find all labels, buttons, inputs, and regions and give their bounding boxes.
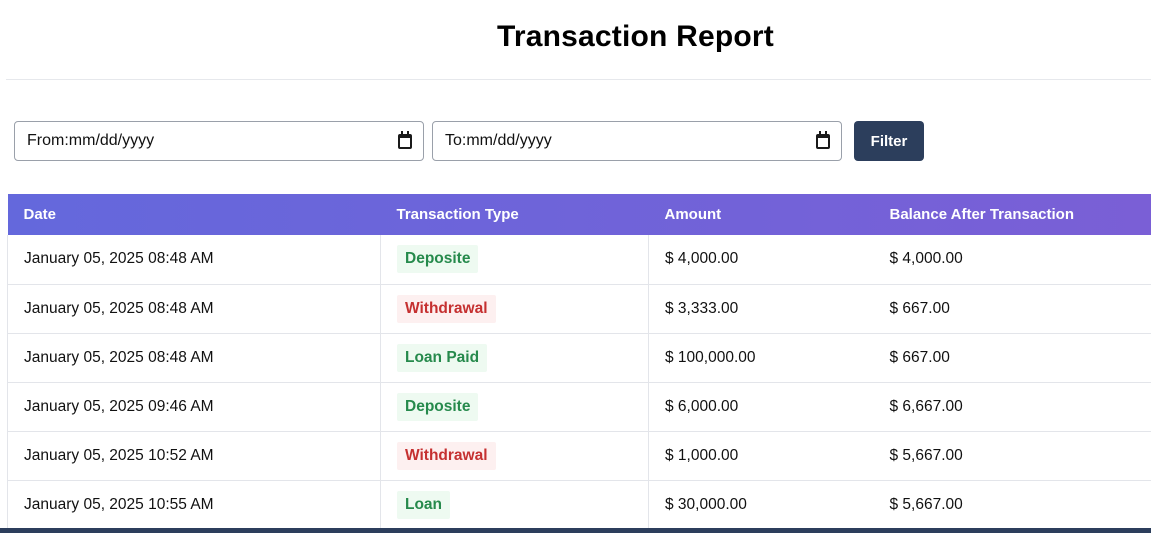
- type-badge: Withdrawal: [397, 294, 496, 323]
- cell-date: January 05, 2025 08:48 AM: [7, 333, 381, 383]
- calendar-icon[interactable]: [816, 131, 830, 149]
- from-date-input[interactable]: From: mm/dd/yyyy: [14, 121, 424, 161]
- cell-type: Deposite: [380, 235, 649, 285]
- filter-bar: From: mm/dd/yyyy To: mm/dd/yyyy Filter: [14, 121, 924, 161]
- cell-type: Withdrawal: [380, 284, 649, 334]
- cell-type: Loan Paid: [380, 333, 649, 383]
- cell-amount: $ 30,000.00: [648, 480, 874, 528]
- type-badge: Deposite: [397, 245, 479, 274]
- type-badge: Loan: [397, 490, 451, 519]
- calendar-icon[interactable]: [398, 131, 412, 149]
- column-header-type: Transaction Type: [396, 206, 519, 223]
- table-header-row: Date Transaction Type Amount Balance Aft…: [7, 194, 1151, 235]
- type-badge: Loan Paid: [397, 343, 488, 372]
- cell-amount: $ 1,000.00: [648, 431, 874, 481]
- table-row: January 05, 2025 10:52 AM Withdrawal $ 1…: [7, 431, 1151, 481]
- cell-date: January 05, 2025 10:55 AM: [7, 480, 381, 528]
- to-date-value: mm/dd/yyyy: [466, 132, 552, 149]
- cell-balance: $ 5,667.00: [873, 431, 1151, 481]
- cell-type: Withdrawal: [380, 431, 649, 481]
- cell-date: January 05, 2025 08:48 AM: [7, 235, 381, 285]
- cell-amount: $ 3,333.00: [648, 284, 874, 334]
- cell-balance: $ 667.00: [873, 333, 1151, 383]
- table-row: January 05, 2025 08:48 AM Withdrawal $ 3…: [7, 284, 1151, 334]
- cell-balance: $ 4,000.00: [873, 235, 1151, 285]
- table-row: January 05, 2025 10:55 AM Loan $ 30,000.…: [7, 480, 1151, 528]
- cell-balance: $ 667.00: [873, 284, 1151, 334]
- cell-amount: $ 100,000.00: [648, 333, 874, 383]
- cell-date: January 05, 2025 08:48 AM: [7, 284, 381, 334]
- cell-amount: $ 4,000.00: [648, 235, 874, 285]
- table-row: January 05, 2025 08:48 AM Deposite $ 4,0…: [7, 235, 1151, 285]
- transaction-table: Date Transaction Type Amount Balance Aft…: [7, 194, 1151, 528]
- column-header-balance: Balance After Transaction: [889, 206, 1075, 223]
- page-header: Transaction Report: [6, 0, 1151, 80]
- cell-type: Loan: [380, 480, 649, 528]
- page-title: Transaction Report: [497, 20, 774, 53]
- cell-date: January 05, 2025 10:52 AM: [7, 431, 381, 481]
- filter-button[interactable]: Filter: [854, 121, 924, 161]
- cell-amount: $ 6,000.00: [648, 382, 874, 432]
- table-row: January 05, 2025 08:48 AM Loan Paid $ 10…: [7, 333, 1151, 383]
- type-badge: Withdrawal: [397, 441, 496, 470]
- column-header-amount: Amount: [664, 206, 722, 223]
- from-date-value: mm/dd/yyyy: [68, 132, 155, 149]
- table-row: January 05, 2025 09:46 AM Deposite $ 6,0…: [7, 382, 1151, 432]
- transaction-table-container: Date Transaction Type Amount Balance Aft…: [7, 194, 1151, 528]
- to-date-input[interactable]: To: mm/dd/yyyy: [432, 121, 842, 161]
- cell-type: Deposite: [380, 382, 649, 432]
- from-date-prefix: From:: [27, 132, 69, 149]
- type-badge: Deposite: [397, 392, 479, 421]
- cell-date: January 05, 2025 09:46 AM: [7, 382, 381, 432]
- cell-balance: $ 5,667.00: [873, 480, 1151, 528]
- to-date-prefix: To:: [445, 132, 467, 149]
- column-header-date: Date: [23, 206, 57, 223]
- cell-balance: $ 6,667.00: [873, 382, 1151, 432]
- footer-bar: [0, 528, 1151, 533]
